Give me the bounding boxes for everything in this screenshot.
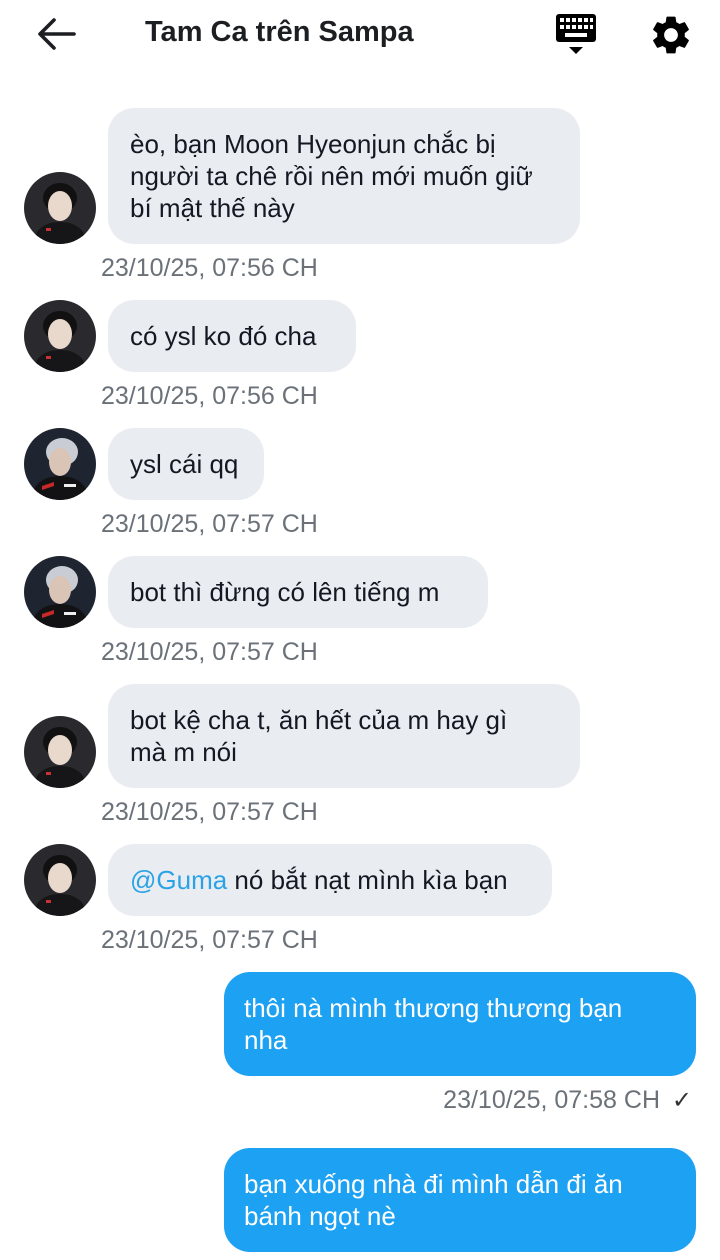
message-bubble[interactable]: @Guma nó bắt nạt mình kìa bạn xyxy=(108,844,552,916)
arrow-left-icon xyxy=(38,18,76,50)
user-mention-link[interactable]: @Guma xyxy=(130,865,227,895)
message-bubble[interactable]: bot thì đừng có lên tiếng m xyxy=(108,556,488,628)
message-line: @Guma nó bắt nạt mình kìa bạn xyxy=(130,864,530,896)
message-line: có ysl ko đó cha xyxy=(130,321,317,351)
outgoing-message-bubble[interactable]: bạn xuống nhà đi mình dẫn đi ăn bánh ngọ… xyxy=(224,1148,696,1252)
message-bubble[interactable]: ysl cái qq xyxy=(108,428,264,500)
message-bubble[interactable]: có ysl ko đó cha xyxy=(108,300,356,372)
message-timestamp: 23/10/25, 07:57 CH xyxy=(101,926,318,954)
avatar-user-a[interactable] xyxy=(24,300,96,372)
message-line: người ta chê rồi nên mới muốn giữ xyxy=(130,161,533,191)
avatar-user-b[interactable] xyxy=(24,428,96,500)
message-bubble[interactable]: èo, bạn Moon Hyeonjun chắc bị người ta c… xyxy=(108,108,580,244)
sent-check-icon: ✓ xyxy=(671,1087,692,1114)
message-timestamp: 23/10/25, 07:56 CH xyxy=(101,382,318,410)
message-line: nha xyxy=(244,1025,288,1055)
message-line: mà m nói xyxy=(130,737,237,767)
message-text: nó bắt nạt mình kìa bạn xyxy=(227,865,508,895)
message-line: èo, bạn Moon Hyeonjun chắc bị xyxy=(130,129,496,159)
avatar-user-a[interactable] xyxy=(24,172,96,244)
message-bubble[interactable]: bot kệ cha t, ăn hết của m hay gì mà m n… xyxy=(108,684,580,788)
back-button[interactable] xyxy=(34,14,78,54)
chat-header: Tam Ca trên Sampa xyxy=(0,0,720,70)
message-timestamp: 23/10/25, 07:58 CH xyxy=(443,1086,660,1114)
settings-button[interactable] xyxy=(648,12,694,58)
gear-icon xyxy=(653,16,689,54)
message-line: thôi nà mình thương thương bạn xyxy=(244,993,623,1023)
message-line: bạn xuống nhà đi mình dẫn đi ăn xyxy=(244,1169,623,1199)
message-timestamp: 23/10/25, 07:57 CH xyxy=(101,798,318,826)
message-line: bot kệ cha t, ăn hết của m hay gì xyxy=(130,705,508,735)
avatar-user-a[interactable] xyxy=(24,716,96,788)
avatar-user-a[interactable] xyxy=(24,844,96,916)
message-line: bí mật thế này xyxy=(130,193,295,223)
keyboard-icon xyxy=(556,14,596,54)
message-line: bot thì đừng có lên tiếng m xyxy=(130,577,440,607)
message-timestamp: 23/10/25, 07:56 CH xyxy=(101,254,318,282)
message-line: bánh ngọt nè xyxy=(244,1201,396,1231)
message-timestamp: 23/10/25, 07:57 CH xyxy=(101,510,318,538)
message-line: ysl cái qq xyxy=(130,449,239,479)
keyboard-button[interactable] xyxy=(552,10,600,58)
conversation-title: Tam Ca trên Sampa xyxy=(145,16,414,48)
avatar-user-b[interactable] xyxy=(24,556,96,628)
message-timestamp: 23/10/25, 07:57 CH xyxy=(101,638,318,666)
outgoing-message-bubble[interactable]: thôi nà mình thương thương bạn nha xyxy=(224,972,696,1076)
